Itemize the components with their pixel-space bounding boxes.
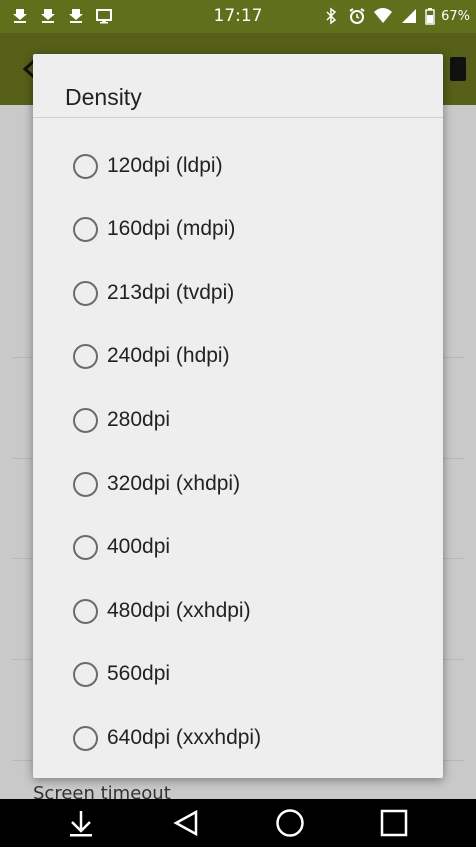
density-option-640dpi[interactable]: 640dpi (xxxhdpi)	[33, 706, 443, 770]
option-label: 280dpi	[107, 408, 171, 431]
system-icons: 67%	[321, 6, 470, 26]
density-option-160dpi[interactable]: 160dpi (mdpi)	[33, 197, 443, 261]
density-option-213dpi[interactable]: 213dpi (tvdpi)	[33, 261, 443, 325]
radio-button[interactable]	[73, 534, 98, 560]
battery-percent: 67%	[441, 8, 470, 24]
radio-button[interactable]	[73, 407, 98, 433]
density-option-120dpi[interactable]: 120dpi (ldpi)	[33, 134, 443, 198]
signal-icon	[399, 6, 419, 26]
option-label: 400dpi	[107, 535, 171, 558]
option-label: 560dpi	[107, 662, 171, 685]
delete-icon[interactable]	[450, 57, 466, 81]
back-icon[interactable]	[169, 807, 203, 839]
option-label: 160dpi (mdpi)	[107, 217, 236, 240]
recents-icon[interactable]	[377, 807, 411, 839]
radio-button[interactable]	[73, 471, 98, 497]
hide-keyboard-icon[interactable]	[64, 807, 98, 839]
home-icon[interactable]	[273, 807, 307, 839]
density-option-400dpi[interactable]: 400dpi	[33, 515, 443, 579]
bluetooth-icon	[321, 6, 341, 26]
status-bar: 17:17 67%	[0, 0, 476, 33]
battery-icon	[425, 6, 435, 26]
radio-button[interactable]	[73, 216, 98, 242]
density-option-560dpi[interactable]: 560dpi	[33, 642, 443, 706]
dialog-divider	[33, 117, 443, 118]
density-option-320dpi[interactable]: 320dpi (xhdpi)	[33, 452, 443, 516]
option-label: 240dpi (hdpi)	[107, 344, 230, 367]
radio-button[interactable]	[73, 343, 98, 369]
density-dialog: Density 120dpi (ldpi) 160dpi (mdpi) 213d…	[33, 54, 443, 778]
navigation-bar	[0, 799, 476, 847]
option-label: 640dpi (xxxhdpi)	[107, 726, 262, 749]
option-label: 320dpi (xhdpi)	[107, 472, 241, 495]
radio-button[interactable]	[73, 598, 98, 624]
radio-button[interactable]	[73, 661, 98, 687]
density-option-240dpi[interactable]: 240dpi (hdpi)	[33, 324, 443, 388]
option-label: 480dpi (xxhdpi)	[107, 599, 251, 622]
radio-button[interactable]	[73, 153, 98, 179]
density-option-480dpi[interactable]: 480dpi (xxhdpi)	[33, 579, 443, 643]
density-option-280dpi[interactable]: 280dpi	[33, 388, 443, 452]
wifi-icon	[373, 6, 393, 26]
radio-button[interactable]	[73, 280, 98, 306]
option-label: 213dpi (tvdpi)	[107, 281, 235, 304]
dialog-title: Density	[65, 84, 142, 110]
radio-button[interactable]	[73, 725, 98, 751]
option-label: 120dpi (ldpi)	[107, 154, 223, 177]
alarm-icon	[347, 6, 367, 26]
